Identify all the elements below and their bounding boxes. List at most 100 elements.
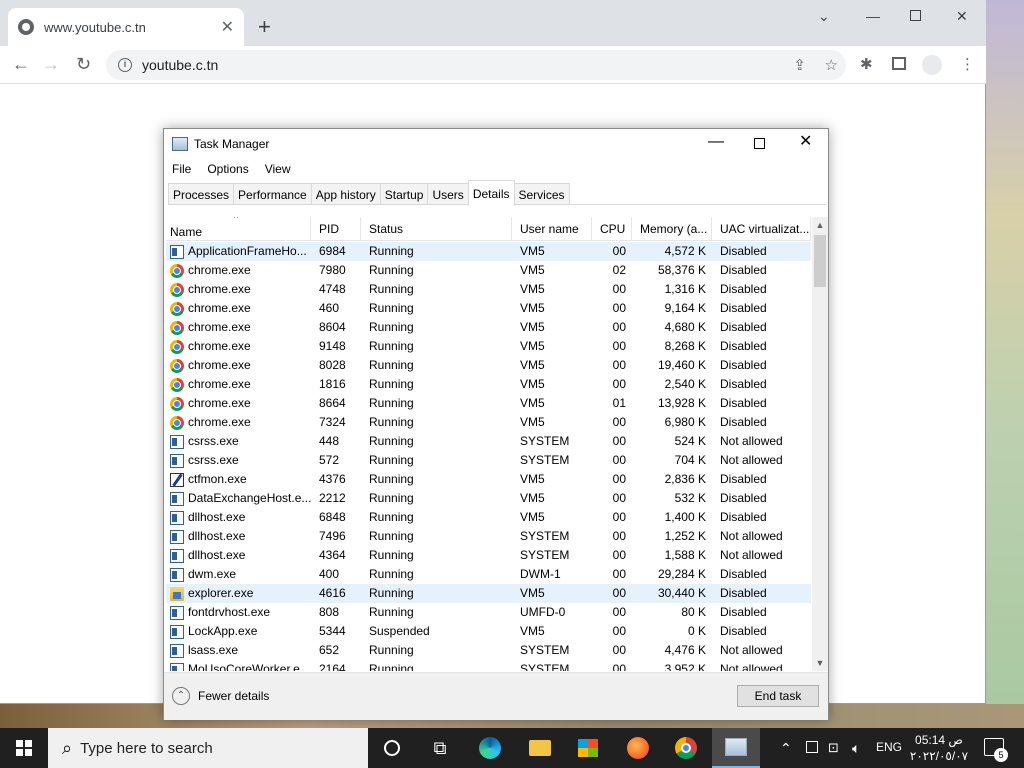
table-row[interactable]: csrss.exe 448 Running SYSTEM 00 524 K Not allo… (166, 432, 811, 451)
device-icon[interactable] (806, 741, 818, 753)
back-icon[interactable]: ← (12, 55, 30, 73)
tab-search-icon[interactable]: ⌄ (818, 8, 830, 25)
tab-performance[interactable]: Performance (233, 183, 312, 204)
close-tab-icon[interactable]: ✕ (221, 17, 234, 37)
table-row[interactable]: chrome.exe 7980 Running VM5 02 58,376 K Disabl… (166, 261, 811, 280)
process-memory: 8,268 K (664, 339, 706, 353)
task-view-icon[interactable]: ⧉ (428, 736, 452, 760)
cortana-icon[interactable] (380, 736, 404, 760)
process-name: chrome.exe (166, 261, 311, 280)
col-header-user[interactable]: User name (512, 217, 592, 241)
menu-bar: File Options View (164, 159, 299, 181)
table-row[interactable]: chrome.exe 460 Running VM5 00 9,164 K Disabled (166, 299, 811, 318)
fewer-details-button[interactable]: ⌃ Fewer details (172, 687, 269, 705)
tab-details[interactable]: Details (467, 180, 515, 206)
extensions-icon[interactable]: ✱ (860, 57, 873, 72)
scroll-up-icon[interactable]: ▲ (812, 217, 828, 233)
browser-tab[interactable]: www.youtube.c.tn ✕ (8, 8, 244, 46)
network-icon[interactable]: ⊡ (828, 740, 839, 756)
process-uac: Disabled (720, 567, 767, 581)
language-indicator[interactable]: ENG (876, 740, 902, 754)
menu-dots-icon[interactable]: ⋮ (960, 57, 975, 72)
table-row[interactable]: MoUsoCoreWorker.e... 2164 Running SYSTEM 00 3… (166, 660, 811, 671)
table-row[interactable]: chrome.exe 9148 Running VM5 00 8,268 K Disable… (166, 337, 811, 356)
table-row[interactable]: csrss.exe 572 Running SYSTEM 00 704 K Not allo… (166, 451, 811, 470)
tab-startup[interactable]: Startup (379, 183, 429, 204)
reload-icon[interactable]: ↻ (76, 55, 91, 73)
search-box[interactable]: ⌕ Type here to search (48, 728, 368, 768)
process-cpu: 00 (612, 472, 626, 486)
scroll-thumb[interactable] (814, 235, 826, 287)
table-row[interactable]: dllhost.exe 7496 Running SYSTEM 00 1,252 K Not… (166, 527, 811, 546)
show-hidden-icons-icon[interactable]: ⌃ (780, 740, 792, 757)
share-icon[interactable]: ⇪ (793, 56, 806, 74)
profile-avatar[interactable] (922, 55, 942, 75)
bookmark-star-icon[interactable]: ☆ (825, 56, 838, 74)
col-header-pid[interactable]: PID (311, 217, 361, 241)
table-row[interactable]: fontdrvhost.exe 808 Running UMFD-0 00 80 K Dis… (166, 603, 811, 622)
table-row[interactable]: dwm.exe 400 Running DWM-1 00 29,284 K Disabled (166, 565, 811, 584)
menu-view[interactable]: View (257, 159, 299, 181)
forward-icon[interactable]: → (42, 55, 60, 73)
col-header-memory[interactable]: Memory (a... (632, 217, 712, 241)
chrome-process-icon (170, 415, 184, 430)
new-tab-button[interactable]: + (258, 16, 271, 38)
end-task-button[interactable]: End task (737, 685, 819, 707)
process-name: chrome.exe (166, 299, 311, 318)
table-row[interactable]: LockApp.exe 5344 Suspended VM5 00 0 K Disabled (166, 622, 811, 641)
task-manager-taskbar-icon[interactable] (712, 728, 760, 768)
col-header-status[interactable]: Status (361, 217, 512, 241)
start-button[interactable] (0, 728, 48, 768)
minimize-button[interactable]: — (708, 134, 724, 150)
address-bar[interactable]: i youtube.c.tn ⇪ ☆ (106, 50, 846, 80)
table-row[interactable]: chrome.exe 7324 Running VM5 00 6,980 K Disable… (166, 413, 811, 432)
process-status: Running (369, 643, 414, 657)
table-row[interactable]: lsass.exe 652 Running SYSTEM 00 4,476 K Not al… (166, 641, 811, 660)
file-explorer-icon[interactable] (528, 736, 552, 760)
process-name: chrome.exe (166, 413, 311, 432)
close-button[interactable]: ✕ (799, 134, 812, 150)
edge-icon[interactable] (478, 736, 502, 760)
firefox-icon[interactable] (626, 736, 650, 760)
tab-users[interactable]: Users (427, 183, 469, 204)
close-window-button[interactable]: ✕ (956, 8, 968, 25)
table-row[interactable]: dllhost.exe 4364 Running SYSTEM 00 1,588 K Not… (166, 546, 811, 565)
col-header-cpu[interactable]: CPU (592, 217, 632, 241)
scroll-down-icon[interactable]: ▼ (812, 655, 828, 671)
process-cpu: 01 (612, 396, 626, 410)
tab-services[interactable]: Services (513, 183, 570, 204)
process-cpu: 00 (612, 586, 626, 600)
table-row[interactable]: ApplicationFrameHo... 6984 Running VM5 00 4,5… (166, 242, 811, 261)
table-row[interactable]: chrome.exe 8664 Running VM5 01 13,928 K Disabl… (166, 394, 811, 413)
maximize-button[interactable] (910, 10, 921, 21)
table-row[interactable]: DataExchangeHost.e... 2212 Running VM5 00 532… (166, 489, 811, 508)
chrome-icon[interactable] (674, 736, 698, 760)
footer: ⌃ Fewer details End task (164, 672, 828, 720)
minimize-button[interactable]: — (866, 8, 880, 24)
col-header-uac[interactable]: UAC virtualizat... (712, 217, 811, 241)
volume-icon[interactable]: 🔈︎ (852, 740, 860, 757)
menu-file[interactable]: File (164, 159, 199, 181)
clock[interactable]: 05:14 ص ٢٠٢٢/٠٥/٠٧ (906, 732, 972, 764)
col-header-name[interactable]: Name (166, 217, 311, 241)
tab-app-history[interactable]: App history (310, 183, 381, 204)
info-icon[interactable]: i (118, 58, 132, 72)
table-row[interactable]: chrome.exe 1816 Running VM5 00 2,540 K Disable… (166, 375, 811, 394)
menu-options[interactable]: Options (199, 159, 256, 181)
table-row[interactable]: explorer.exe 4616 Running VM5 00 30,440 K Disa… (166, 584, 811, 603)
maximize-button[interactable] (754, 138, 765, 149)
table-row[interactable]: ctfmon.exe 4376 Running VM5 00 2,836 K Disable… (166, 470, 811, 489)
process-name-text: chrome.exe (188, 301, 251, 315)
vertical-scrollbar[interactable]: ▲ ▼ (812, 217, 828, 671)
chevron-up-icon: ⌃ (172, 687, 190, 705)
side-panel-icon[interactable] (892, 57, 906, 70)
tab-processes[interactable]: Processes (168, 183, 235, 204)
process-uac: Disabled (720, 396, 767, 410)
generic-process-icon (170, 510, 184, 525)
table-row[interactable]: chrome.exe 8604 Running VM5 00 4,680 K Disable… (166, 318, 811, 337)
process-user: VM5 (520, 491, 545, 505)
store-icon[interactable] (576, 736, 600, 760)
table-row[interactable]: chrome.exe 4748 Running VM5 00 1,316 K Disable… (166, 280, 811, 299)
table-row[interactable]: chrome.exe 8028 Running VM5 00 19,460 K Disabl… (166, 356, 811, 375)
table-row[interactable]: dllhost.exe 6848 Running VM5 00 1,400 K Disabl… (166, 508, 811, 527)
